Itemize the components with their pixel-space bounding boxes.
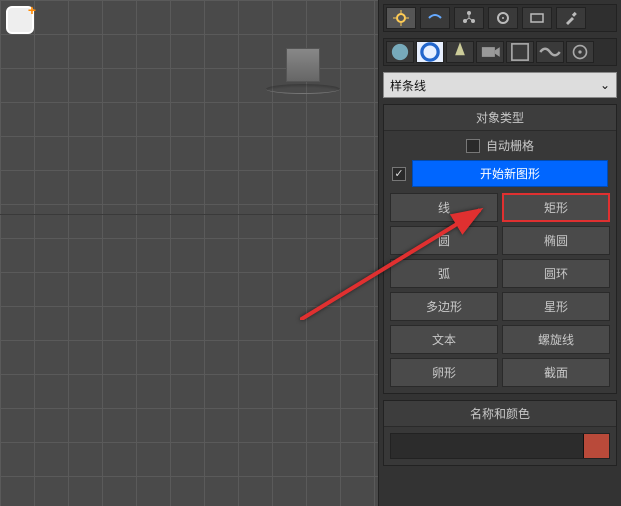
cameras-icon[interactable] (476, 41, 504, 63)
systems-icon[interactable] (566, 41, 594, 63)
scene-object[interactable] (286, 48, 320, 82)
shape-button-星形[interactable]: 星形 (502, 292, 610, 321)
shapes-icon[interactable] (416, 41, 444, 63)
hierarchy-tab[interactable] (454, 7, 484, 29)
shape-button-多边形[interactable]: 多边形 (390, 292, 498, 321)
shape-button-圆环[interactable]: 圆环 (502, 259, 610, 288)
object-shadow (266, 84, 340, 94)
command-panel: 样条线 ⌄ 对象类型 自动栅格 ✓ 开始新图形 线矩形圆椭圆弧圆环多边形星形文本… (378, 0, 621, 506)
shape-button-螺旋线[interactable]: 螺旋线 (502, 325, 610, 354)
shape-button-卵形[interactable]: 卵形 (390, 358, 498, 387)
viewport[interactable] (0, 0, 378, 506)
shape-button-截面[interactable]: 截面 (502, 358, 610, 387)
shape-buttons: 线矩形圆椭圆弧圆环多边形星形文本螺旋线卵形截面 (384, 193, 616, 387)
helpers-icon[interactable] (506, 41, 534, 63)
shape-button-弧[interactable]: 弧 (390, 259, 498, 288)
main-tabs (383, 4, 617, 32)
dropdown-value: 样条线 (390, 77, 426, 94)
viewport-grid (0, 0, 378, 506)
startnew-checkbox[interactable]: ✓ (392, 167, 406, 181)
color-swatch[interactable] (583, 434, 609, 458)
object-type-rollout: 对象类型 自动栅格 ✓ 开始新图形 线矩形圆椭圆弧圆环多边形星形文本螺旋线卵形截… (383, 104, 617, 394)
shape-button-圆[interactable]: 圆 (390, 226, 498, 255)
motion-tab[interactable] (488, 7, 518, 29)
shape-button-文本[interactable]: 文本 (390, 325, 498, 354)
display-tab[interactable] (522, 7, 552, 29)
geometry-icon[interactable] (386, 41, 414, 63)
utilities-tab[interactable] (556, 7, 586, 29)
autogrid-label: 自动栅格 (486, 137, 534, 154)
name-color-rollout: 名称和颜色 (383, 400, 617, 466)
viewcube-icon[interactable] (6, 6, 34, 34)
modify-tab[interactable] (420, 7, 450, 29)
rollout-title[interactable]: 对象类型 (384, 105, 616, 131)
autogrid-checkbox[interactable] (466, 139, 480, 153)
lights-icon[interactable] (446, 41, 474, 63)
shape-button-线[interactable]: 线 (390, 193, 498, 222)
spacewarps-icon[interactable] (536, 41, 564, 63)
chevron-down-icon: ⌄ (600, 78, 610, 92)
shape-button-椭圆[interactable]: 椭圆 (502, 226, 610, 255)
start-new-shape-button[interactable]: 开始新图形 (412, 160, 608, 187)
create-tab[interactable] (386, 7, 416, 29)
create-subtabs (383, 38, 617, 66)
shape-button-矩形[interactable]: 矩形 (502, 193, 610, 222)
name-input[interactable] (390, 433, 610, 459)
rollout-title-name[interactable]: 名称和颜色 (384, 401, 616, 427)
category-dropdown[interactable]: 样条线 ⌄ (383, 72, 617, 98)
